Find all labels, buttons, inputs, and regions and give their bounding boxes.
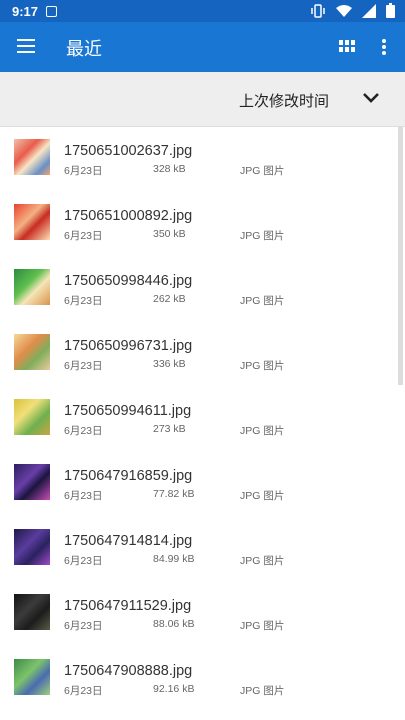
- list-item[interactable]: 1750650996731.jpg 6月23日 336 kB JPG 图片: [0, 322, 397, 387]
- list-item[interactable]: 1750647911529.jpg 6月23日 88.06 kB JPG 图片: [0, 582, 397, 647]
- file-date: 6月23日: [64, 230, 103, 242]
- menu-icon[interactable]: [17, 39, 35, 53]
- file-name: 1750651002637.jpg: [64, 143, 193, 159]
- file-type: JPG 图片: [240, 490, 285, 502]
- more-options-icon[interactable]: [382, 39, 386, 55]
- wifi-icon: [336, 4, 352, 17]
- app-bar: 最近: [0, 22, 405, 72]
- file-date: 6月23日: [64, 555, 103, 567]
- signal-icon: [362, 3, 376, 18]
- file-size: 262 kB: [153, 293, 186, 305]
- list-item[interactable]: 1750651002637.jpg 6月23日 328 kB JPG 图片: [0, 127, 397, 192]
- file-name: 1750647911529.jpg: [64, 598, 192, 614]
- sort-bar[interactable]: 上次修改时间: [0, 72, 405, 127]
- sort-label[interactable]: 上次修改时间: [239, 90, 329, 111]
- status-time: 9:17: [12, 3, 39, 19]
- list-item[interactable]: 1750647916859.jpg 6月23日 77.82 kB JPG 图片: [0, 452, 397, 517]
- image-thumbnail: [14, 269, 50, 305]
- file-type: JPG 图片: [240, 685, 285, 697]
- file-type: JPG 图片: [240, 620, 285, 632]
- file-size: 273 kB: [153, 423, 186, 435]
- file-size: 77.82 kB: [153, 488, 195, 500]
- image-thumbnail: [14, 334, 50, 370]
- file-date: 6月23日: [64, 620, 103, 632]
- file-name: 1750651000892.jpg: [64, 208, 193, 224]
- file-type: JPG 图片: [240, 230, 285, 242]
- scrollbar[interactable]: [398, 127, 403, 385]
- file-size: 88.06 kB: [153, 618, 195, 630]
- file-size: 84.99 kB: [153, 553, 195, 565]
- image-thumbnail: [14, 659, 50, 695]
- file-list: 1750651002637.jpg 6月23日 328 kB JPG 图片 17…: [0, 127, 405, 720]
- grid-view-icon[interactable]: [339, 40, 355, 53]
- page-title: 最近: [66, 39, 102, 59]
- file-date: 6月23日: [64, 425, 103, 437]
- file-name: 1750647908888.jpg: [64, 663, 193, 679]
- file-type: JPG 图片: [240, 295, 285, 307]
- file-size: 92.16 kB: [153, 683, 195, 695]
- list-item[interactable]: 1750651000892.jpg 6月23日 350 kB JPG 图片: [0, 192, 397, 257]
- file-name: 1750650998446.jpg: [64, 273, 193, 289]
- file-name: 1750647916859.jpg: [64, 468, 193, 484]
- file-type: JPG 图片: [240, 165, 285, 177]
- image-thumbnail: [14, 594, 50, 630]
- status-bar: 9:17: [0, 0, 405, 22]
- file-date: 6月23日: [64, 490, 103, 502]
- image-thumbnail: [14, 139, 50, 175]
- file-type: JPG 图片: [240, 425, 285, 437]
- file-size: 350 kB: [153, 228, 186, 240]
- file-size: 328 kB: [153, 163, 186, 175]
- file-name: 1750650994611.jpg: [64, 403, 192, 419]
- list-item[interactable]: 1750650998446.jpg 6月23日 262 kB JPG 图片: [0, 257, 397, 322]
- notification-icon: [46, 5, 58, 17]
- file-type: JPG 图片: [240, 555, 285, 567]
- image-thumbnail: [14, 204, 50, 240]
- list-item[interactable]: 1750647908888.jpg 6月23日 92.16 kB JPG 图片: [0, 647, 397, 712]
- battery-icon: [386, 3, 395, 18]
- file-name: 1750647914814.jpg: [64, 533, 193, 549]
- file-date: 6月23日: [64, 165, 103, 177]
- image-thumbnail: [14, 529, 50, 565]
- image-thumbnail: [14, 399, 50, 435]
- list-item[interactable]: 1750650994611.jpg 6月23日 273 kB JPG 图片: [0, 387, 397, 452]
- image-thumbnail: [14, 464, 50, 500]
- chevron-down-icon[interactable]: [361, 91, 381, 105]
- vibrate-icon: [311, 3, 325, 18]
- file-size: 336 kB: [153, 358, 186, 370]
- file-date: 6月23日: [64, 685, 103, 697]
- file-type: JPG 图片: [240, 360, 285, 372]
- file-date: 6月23日: [64, 295, 103, 307]
- status-icons: [310, 3, 395, 18]
- file-date: 6月23日: [64, 360, 103, 372]
- file-name: 1750650996731.jpg: [64, 338, 193, 354]
- list-item[interactable]: 1750647914814.jpg 6月23日 84.99 kB JPG 图片: [0, 517, 397, 582]
